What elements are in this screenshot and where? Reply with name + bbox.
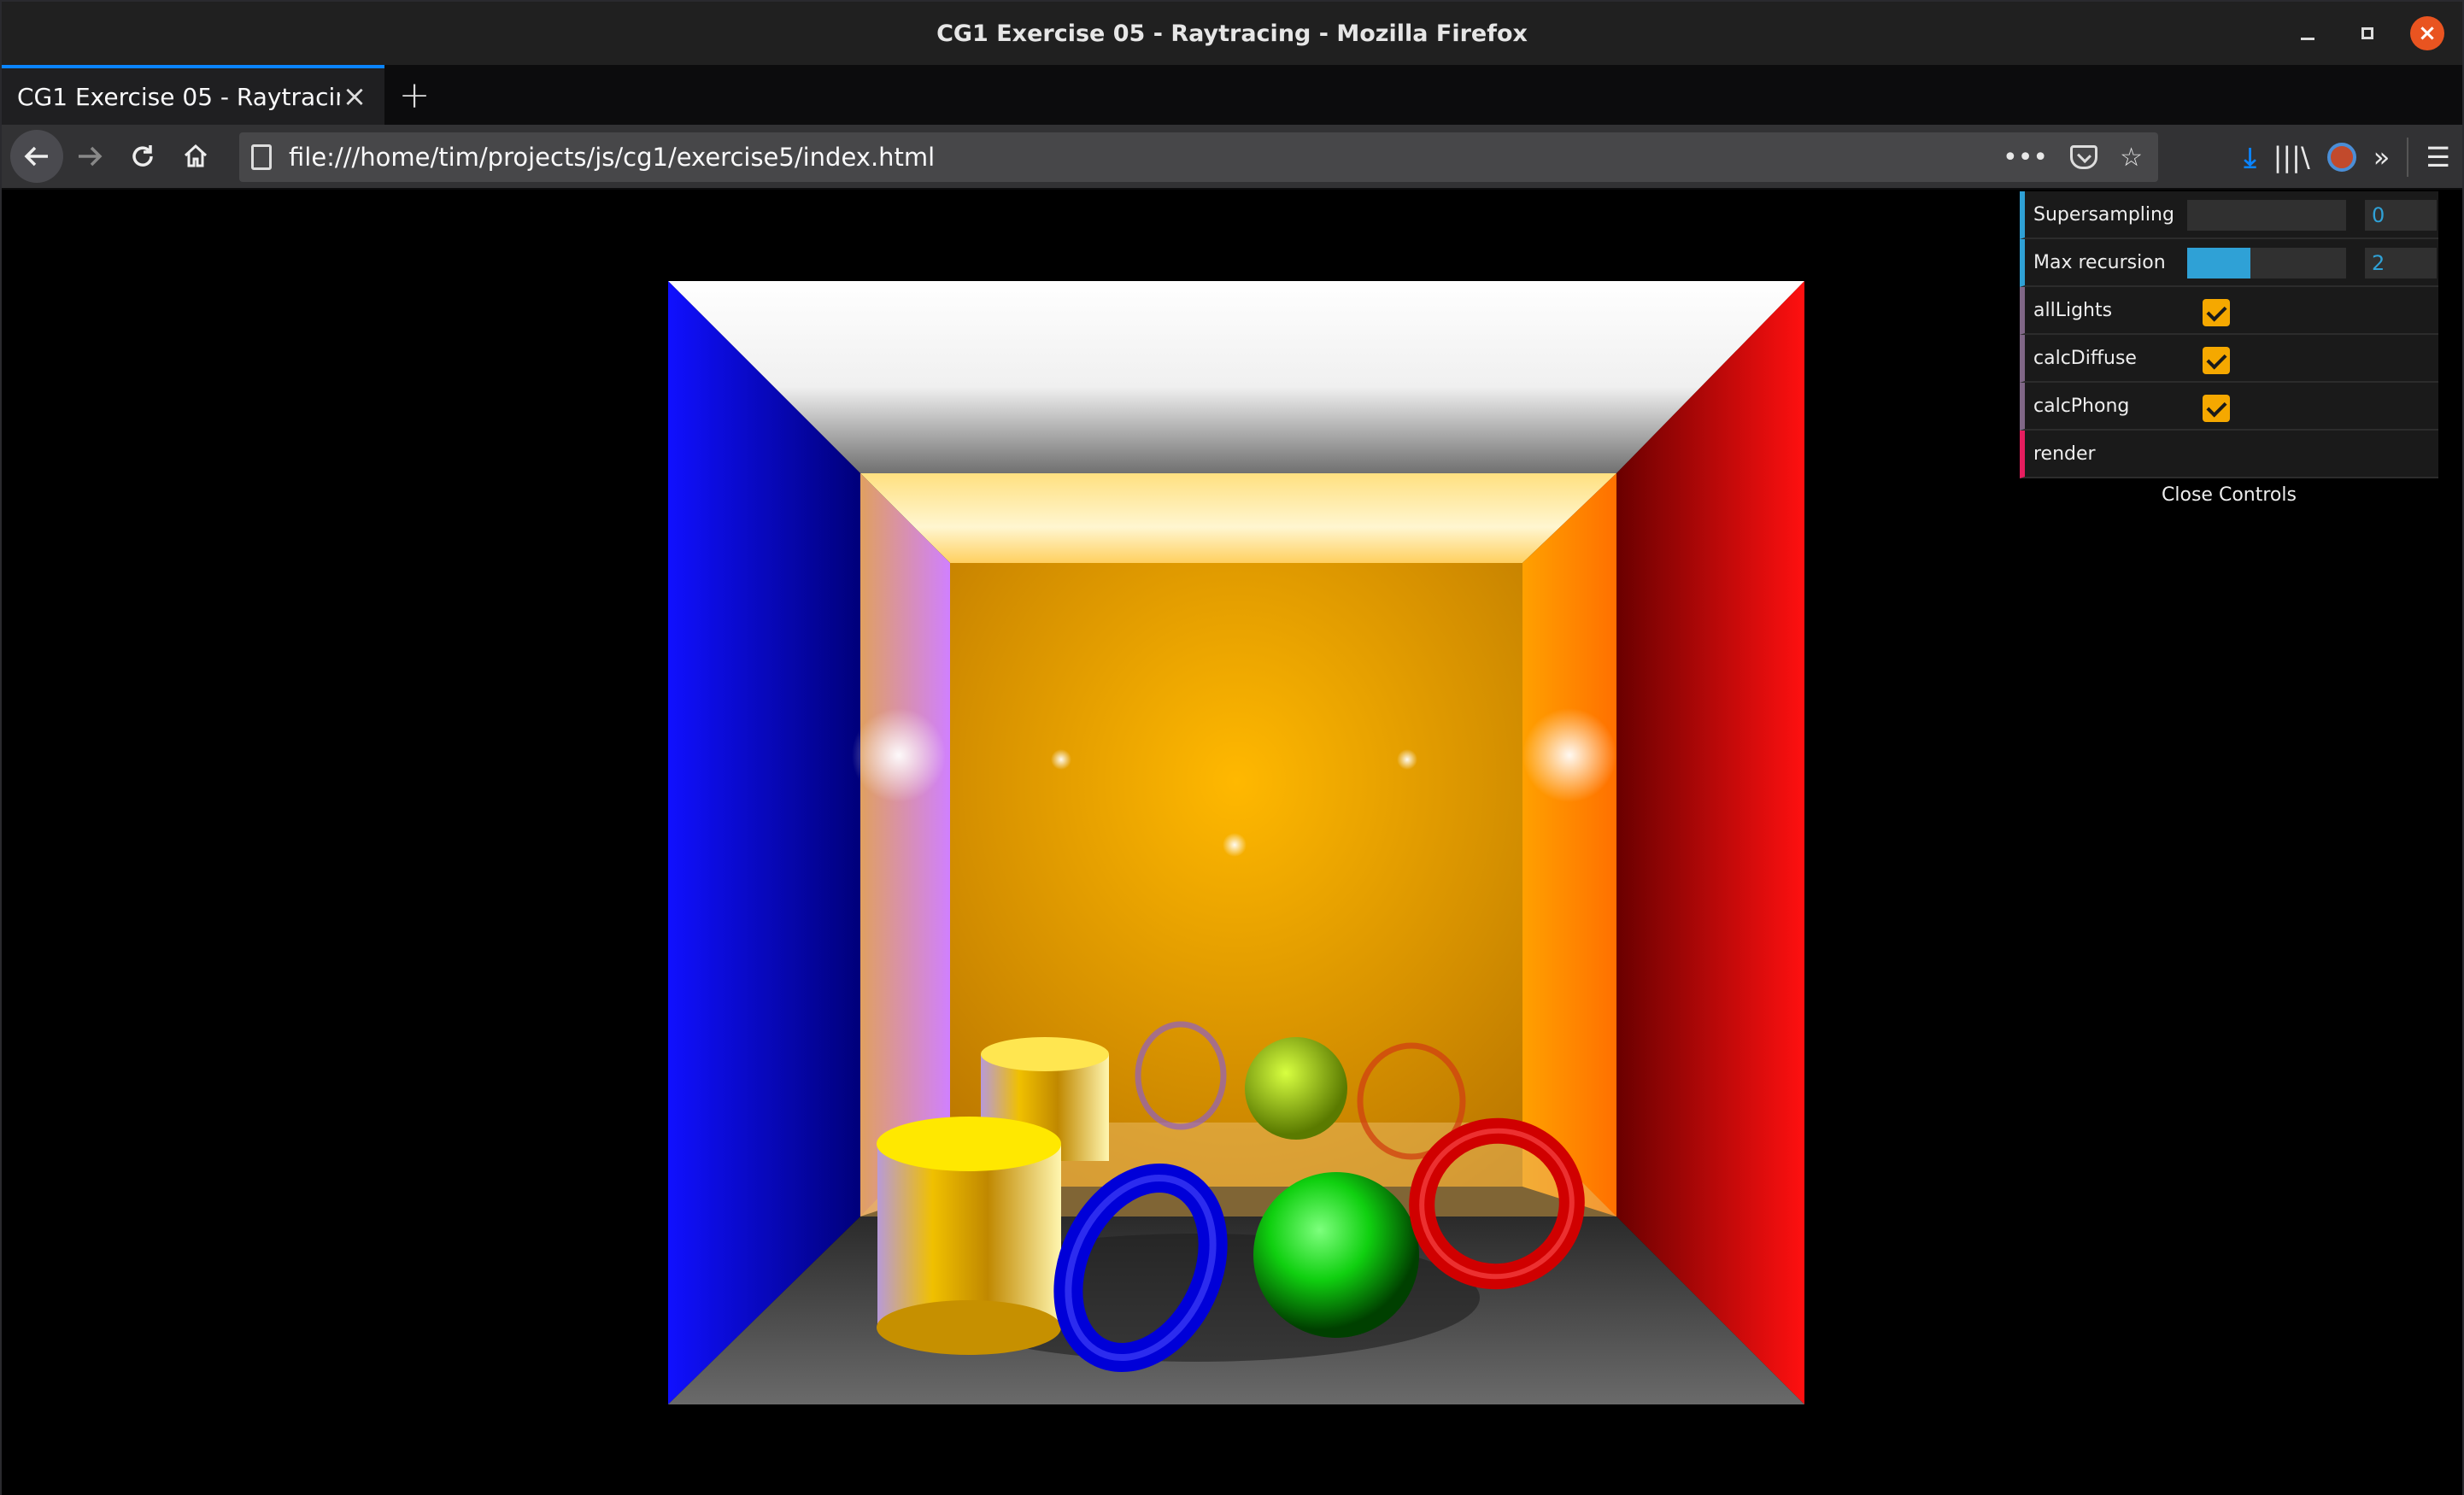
calc-diffuse-checkbox[interactable] bbox=[2203, 347, 2230, 374]
green-sphere bbox=[1253, 1172, 1419, 1338]
tab-bar: CG1 Exercise 05 - Raytracing × + bbox=[2, 65, 2462, 125]
close-window-button[interactable]: × bbox=[2409, 15, 2445, 51]
page-content: Supersampling 0 Max recursion 2 allLight… bbox=[2, 191, 2462, 1495]
library-icon[interactable]: |||\ bbox=[2273, 141, 2310, 173]
calc-phong-label: calcPhong bbox=[2033, 395, 2130, 417]
calc-phong-control[interactable]: calcPhong bbox=[2020, 383, 2438, 431]
reflected-left-wall bbox=[860, 473, 950, 1217]
hamburger-menu-icon[interactable]: ☰ bbox=[2426, 141, 2450, 173]
reload-icon bbox=[132, 145, 153, 167]
max-recursion-slider[interactable] bbox=[2187, 248, 2346, 278]
all-lights-label: allLights bbox=[2033, 299, 2113, 321]
window-controls: × bbox=[2290, 15, 2445, 51]
reflected-right-wall bbox=[1522, 473, 1616, 1217]
arrow-left-icon bbox=[24, 146, 48, 167]
minimize-button[interactable] bbox=[2290, 15, 2326, 51]
home-icon bbox=[184, 144, 208, 167]
supersampling-control[interactable]: Supersampling 0 bbox=[2020, 191, 2438, 239]
new-tab-button[interactable]: + bbox=[384, 65, 444, 125]
supersampling-value[interactable]: 0 bbox=[2365, 200, 2437, 231]
reflected-ceiling bbox=[860, 473, 1616, 563]
back-button[interactable] bbox=[10, 130, 63, 183]
raytrace-canvas[interactable] bbox=[668, 281, 1804, 1404]
ceiling bbox=[668, 281, 1804, 473]
url-actions: ••• ☆ bbox=[2003, 143, 2143, 173]
calc-diffuse-control[interactable]: calcDiffuse bbox=[2020, 335, 2438, 383]
tab-title: CG1 Exercise 05 - Raytracing bbox=[17, 82, 340, 111]
close-icon: × bbox=[2410, 16, 2444, 50]
cylinder-top bbox=[877, 1117, 1061, 1171]
yellow-cylinder bbox=[877, 1144, 1061, 1328]
overflow-chevron-icon[interactable]: » bbox=[2373, 141, 2391, 173]
controls-panel: Supersampling 0 Max recursion 2 allLight… bbox=[2020, 191, 2438, 513]
render-label: render bbox=[2033, 443, 2096, 465]
all-lights-control[interactable]: allLights bbox=[2020, 287, 2438, 335]
max-recursion-value[interactable]: 2 bbox=[2365, 248, 2437, 278]
plus-icon: + bbox=[398, 73, 431, 117]
calc-phong-checkbox[interactable] bbox=[2203, 395, 2230, 422]
window-title: CG1 Exercise 05 - Raytracing - Mozilla F… bbox=[936, 20, 1528, 47]
light-glow bbox=[1522, 708, 1616, 802]
navigation-toolbar: file:///home/tim/projects/js/cg1/exercis… bbox=[2, 125, 2462, 190]
light-glow bbox=[1397, 749, 1417, 770]
page-actions-icon[interactable]: ••• bbox=[2003, 143, 2048, 173]
url-bar[interactable]: file:///home/tim/projects/js/cg1/exercis… bbox=[239, 132, 2158, 182]
calc-diffuse-label: calcDiffuse bbox=[2033, 347, 2137, 369]
supersampling-slider[interactable] bbox=[2187, 200, 2346, 231]
title-bar: CG1 Exercise 05 - Raytracing - Mozilla F… bbox=[2, 2, 2462, 65]
all-lights-checkbox[interactable] bbox=[2203, 299, 2230, 326]
url-text[interactable]: file:///home/tim/projects/js/cg1/exercis… bbox=[289, 143, 2003, 172]
light-glow bbox=[1223, 833, 1247, 857]
reflected-cylinder-top bbox=[981, 1037, 1109, 1071]
toolbar-right: ⤓ |||\ » ☰ bbox=[2244, 125, 2462, 190]
supersampling-label: Supersampling bbox=[2033, 203, 2174, 226]
render-button[interactable]: render bbox=[2020, 431, 2438, 478]
home-button[interactable] bbox=[169, 130, 222, 183]
tab-close-icon[interactable]: × bbox=[340, 79, 369, 114]
download-icon[interactable]: ⤓ bbox=[2244, 141, 2256, 174]
left-wall-blue bbox=[668, 281, 860, 1404]
cylinder-bottom bbox=[877, 1300, 1061, 1355]
pocket-icon[interactable] bbox=[2070, 145, 2098, 169]
light-glow bbox=[1051, 749, 1071, 770]
maximize-button[interactable] bbox=[2350, 15, 2385, 51]
toolbar-separator bbox=[2407, 138, 2409, 177]
reflected-sphere bbox=[1245, 1037, 1347, 1140]
max-recursion-label: Max recursion bbox=[2033, 251, 2166, 273]
bookmark-star-icon[interactable]: ☆ bbox=[2120, 143, 2143, 173]
light-glow bbox=[852, 708, 946, 802]
rendered-scene bbox=[668, 281, 1804, 1404]
page-icon bbox=[251, 144, 272, 170]
max-recursion-control[interactable]: Max recursion 2 bbox=[2020, 239, 2438, 287]
minimize-icon bbox=[2301, 37, 2314, 40]
right-wall-red bbox=[1616, 281, 1804, 1404]
browser-window: CG1 Exercise 05 - Raytracing - Mozilla F… bbox=[0, 0, 2464, 1495]
reload-button[interactable] bbox=[116, 130, 169, 183]
maximize-icon bbox=[2361, 27, 2373, 39]
forward-button[interactable] bbox=[63, 130, 116, 183]
extension-icon[interactable] bbox=[2326, 143, 2356, 172]
close-controls-button[interactable]: Close Controls bbox=[2020, 478, 2438, 513]
arrow-right-icon bbox=[79, 146, 103, 167]
tab-raytracing[interactable]: CG1 Exercise 05 - Raytracing × bbox=[2, 65, 384, 125]
slider-fill bbox=[2187, 248, 2251, 278]
